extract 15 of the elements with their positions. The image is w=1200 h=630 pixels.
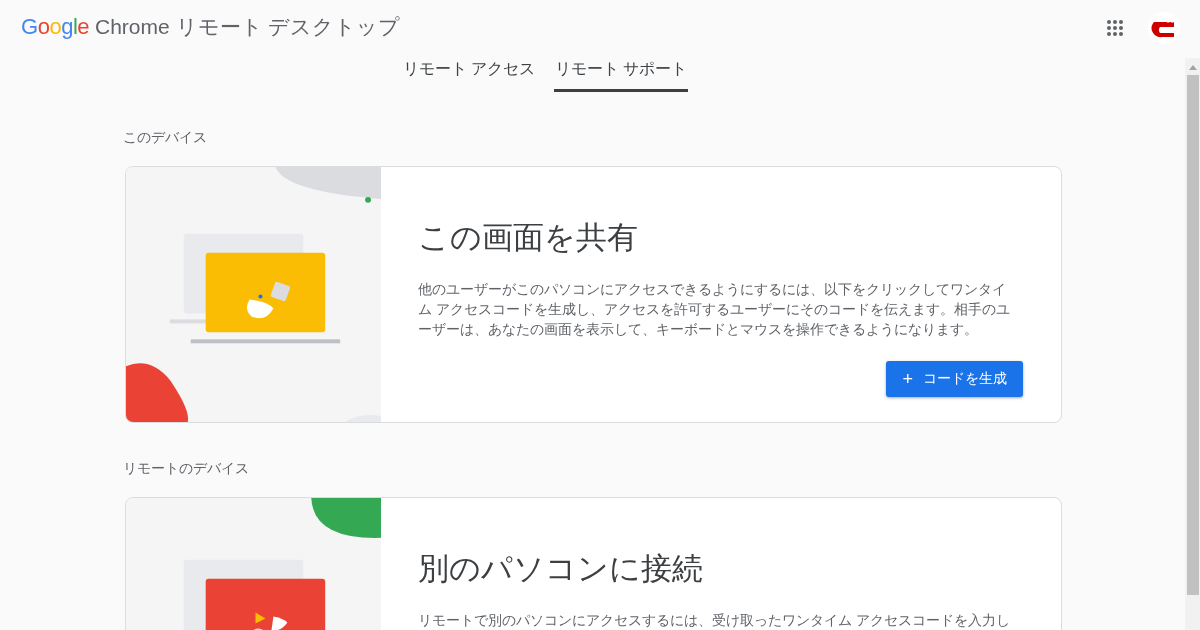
- google-logo: Google: [21, 13, 89, 40]
- app-title: Chrome リモート デスクトップ: [95, 13, 402, 40]
- card-description: 他のユーザーがこのパソコンにアクセスできるようにするには、以下をクリックしてワンタイム アクセスコードを生成し、アクセスを許可するユーザーにそのコードを伝えます。相手のユーザーは、あなたの画面を表示して、キーボードとマウスを操作できるようになります。: [418, 280, 1011, 339]
- scroll-up-arrow-icon[interactable]: [1188, 65, 1197, 70]
- card-title: 別のパソコンに接続: [418, 550, 704, 588]
- scrollbar-thumb[interactable]: [1186, 75, 1199, 595]
- scrollbar[interactable]: [1185, 58, 1200, 630]
- apps-grid-icon[interactable]: [1106, 18, 1124, 37]
- section-heading: このデバイス: [123, 129, 208, 147]
- card-description: リモートで別のパソコンにアクセスするには、受け取ったワンタイム アクセスコードを入力し: [418, 611, 1011, 630]
- tab[interactable]: リモート アクセス: [401, 55, 536, 92]
- card-title: この画面を共有: [418, 219, 639, 257]
- section-heading: リモートのデバイス: [123, 460, 250, 478]
- tab[interactable]: リモート サポート: [554, 55, 689, 92]
- generate-code-button[interactable]: + コードを生成: [886, 361, 1023, 397]
